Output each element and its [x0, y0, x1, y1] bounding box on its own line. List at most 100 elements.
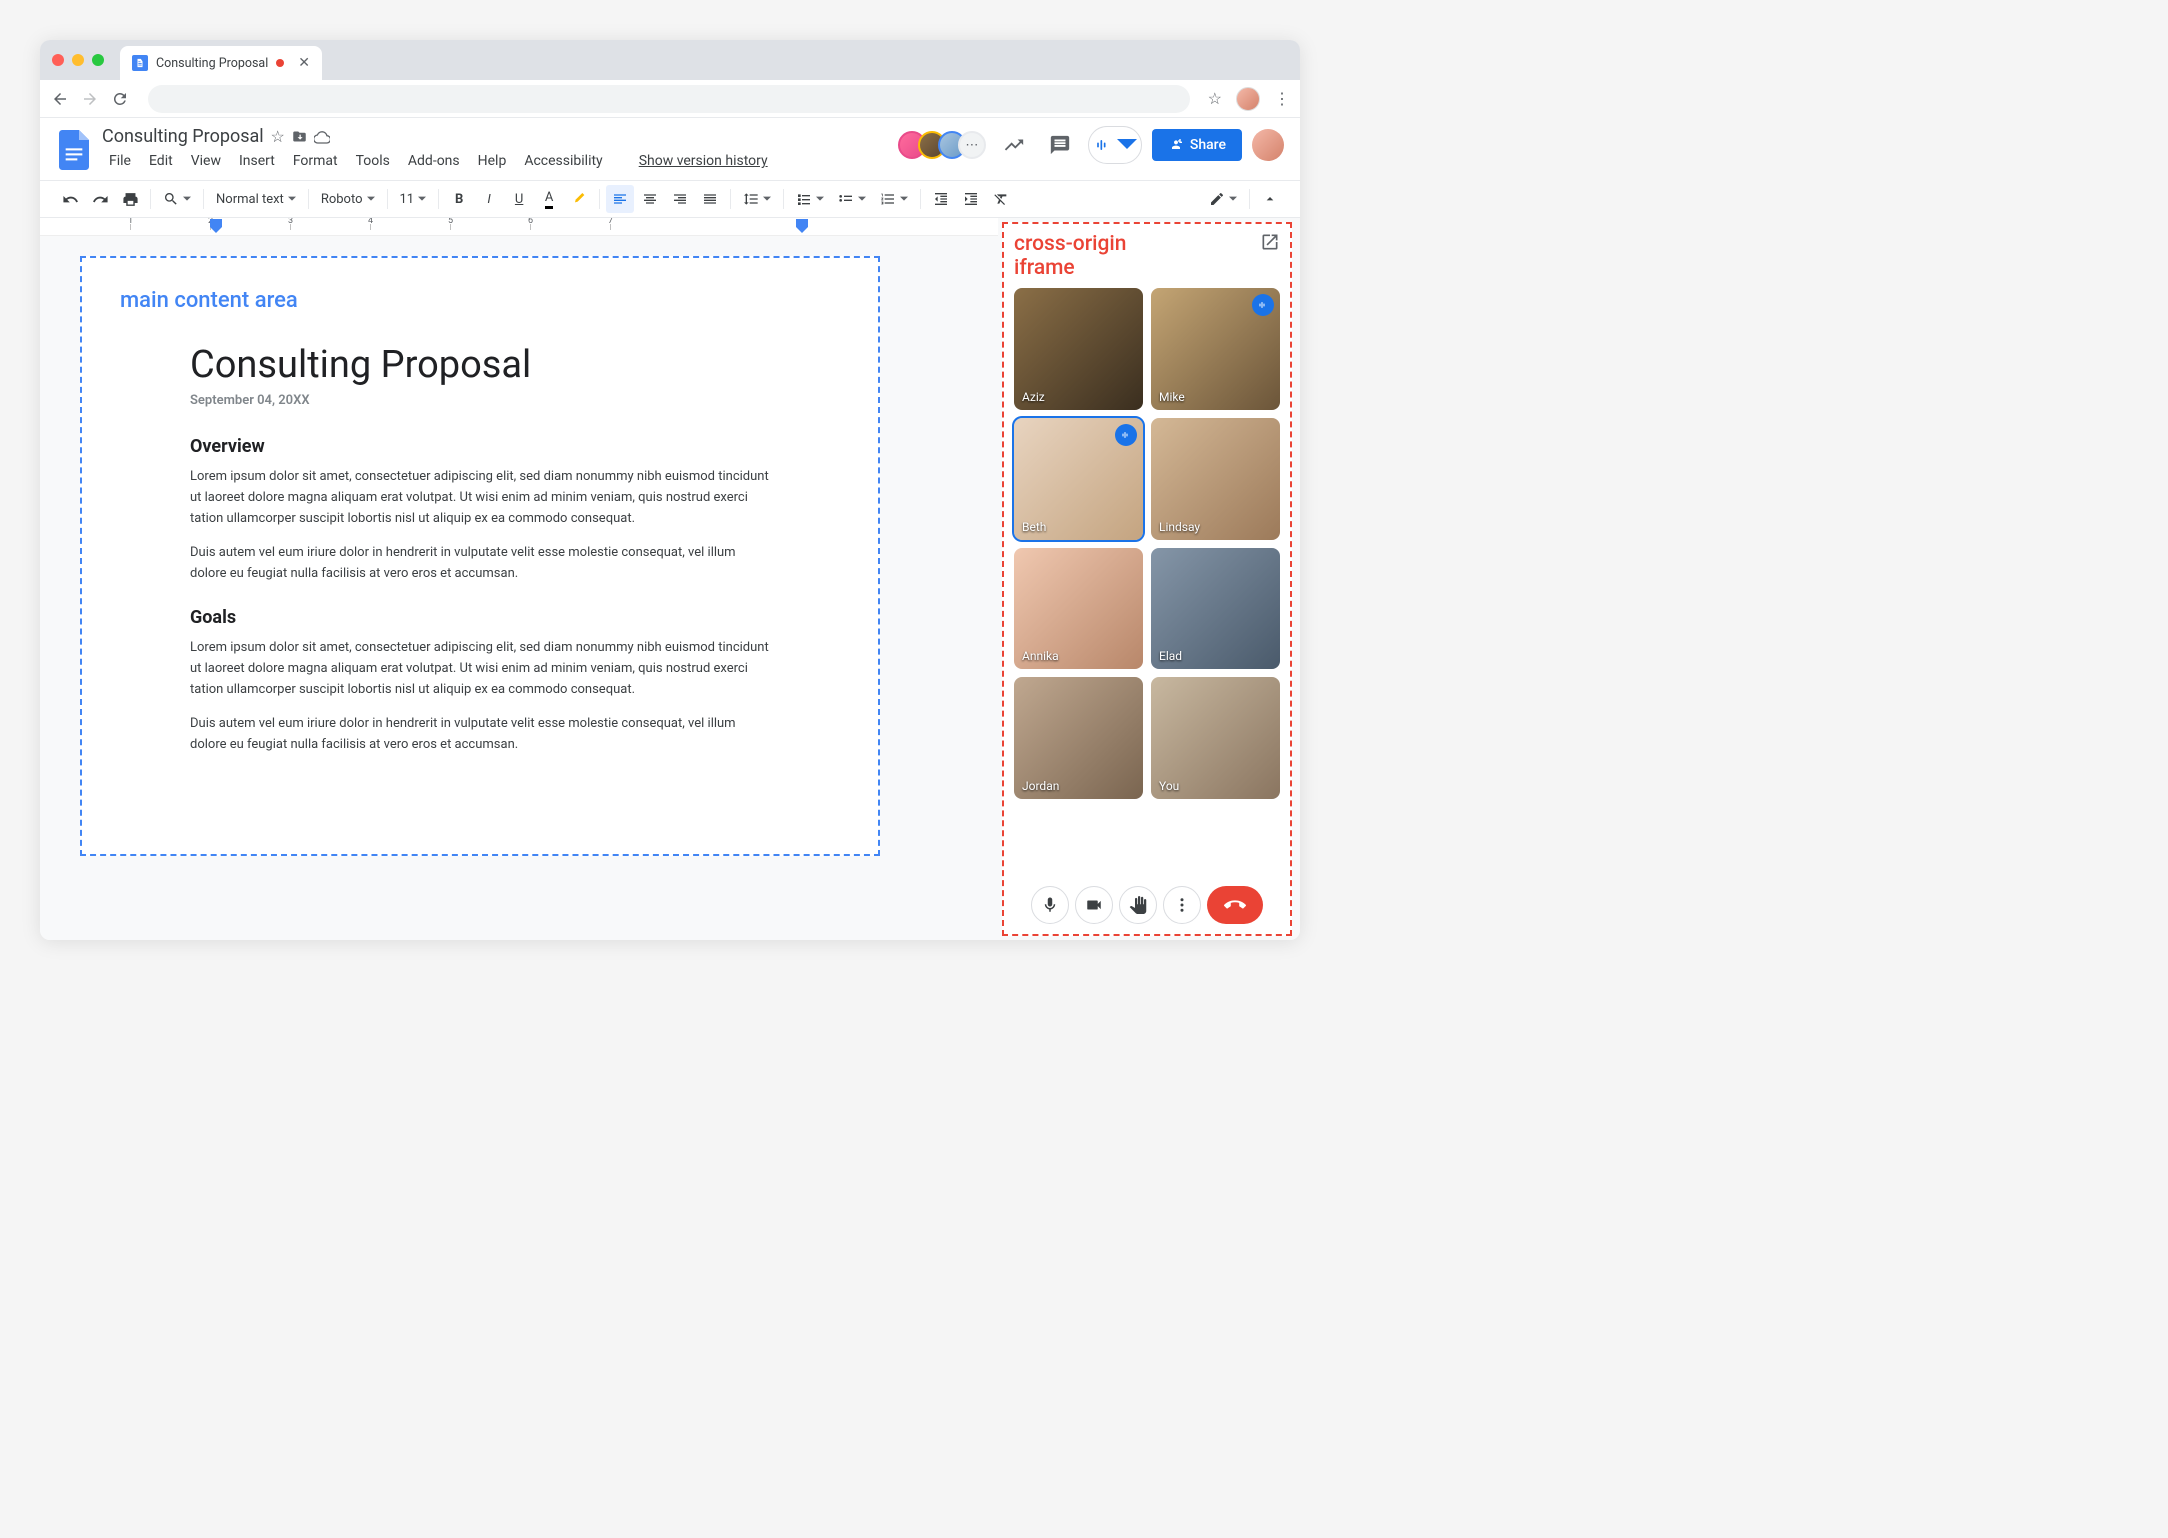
- reload-button[interactable]: [110, 89, 130, 109]
- popout-icon[interactable]: [1260, 232, 1280, 252]
- menu-help[interactable]: Help: [471, 149, 514, 173]
- checklist-button[interactable]: [790, 185, 830, 213]
- participant-tile[interactable]: Lindsay: [1151, 418, 1280, 540]
- editing-mode-dropdown[interactable]: [1203, 185, 1243, 213]
- version-history-link[interactable]: Show version history: [632, 149, 775, 173]
- participant-tile[interactable]: Jordan: [1014, 677, 1143, 799]
- browser-toolbar: ☆ ⋮: [40, 80, 1300, 118]
- participant-tile[interactable]: Elad: [1151, 548, 1280, 670]
- bulleted-list-button[interactable]: [832, 185, 872, 213]
- align-left-button[interactable]: [606, 185, 634, 213]
- bold-button[interactable]: B: [445, 185, 473, 213]
- participant-tile[interactable]: Beth: [1014, 418, 1143, 540]
- speaking-indicator-icon: [1115, 424, 1137, 446]
- browser-menu-icon[interactable]: ⋮: [1274, 89, 1290, 108]
- present-meet-button[interactable]: [1088, 126, 1142, 164]
- hangup-button[interactable]: [1207, 886, 1263, 924]
- participant-name: Lindsay: [1159, 520, 1200, 534]
- clear-formatting-button[interactable]: [987, 185, 1015, 213]
- tab-title: Consulting Proposal: [156, 56, 268, 71]
- paragraph[interactable]: Duis autem vel eum iriure dolor in hendr…: [190, 714, 770, 756]
- section-heading[interactable]: Overview: [190, 436, 770, 457]
- zoom-dropdown[interactable]: [157, 185, 197, 213]
- menu-file[interactable]: File: [102, 149, 138, 173]
- meet-side-panel: cross-origin iframe AzizMikeBeth Lindsay A…: [1002, 222, 1292, 936]
- highlight-button[interactable]: [565, 185, 593, 213]
- align-justify-button[interactable]: [696, 185, 724, 213]
- italic-button[interactable]: I: [475, 185, 503, 213]
- right-indent-marker-icon[interactable]: [796, 219, 808, 233]
- hide-menus-button[interactable]: [1256, 185, 1284, 213]
- collaborator-face-pile[interactable]: ⋯: [906, 131, 986, 159]
- collaborator-overflow[interactable]: ⋯: [958, 131, 986, 159]
- style-dropdown[interactable]: Normal text: [210, 185, 302, 213]
- document-page[interactable]: main content area Consulting Proposal Se…: [80, 256, 880, 856]
- document-date[interactable]: September 04, 20XX: [190, 393, 770, 408]
- menu-insert[interactable]: Insert: [232, 149, 282, 173]
- window-controls[interactable]: [52, 54, 104, 66]
- undo-button[interactable]: [56, 185, 84, 213]
- align-center-button[interactable]: [636, 185, 664, 213]
- forward-button[interactable]: [80, 89, 100, 109]
- cloud-status-icon[interactable]: [314, 129, 330, 145]
- left-indent-marker-icon[interactable]: [210, 219, 222, 233]
- docs-header: Consulting Proposal ☆ File Edit View Ins…: [40, 118, 1300, 174]
- paragraph[interactable]: Lorem ipsum dolor sit amet, consectetuer…: [190, 467, 770, 529]
- redo-button[interactable]: [86, 185, 114, 213]
- close-window-icon[interactable]: [52, 54, 64, 66]
- menu-tools[interactable]: Tools: [349, 149, 397, 173]
- address-bar[interactable]: [148, 85, 1190, 113]
- docs-logo-icon[interactable]: [56, 126, 92, 174]
- back-button[interactable]: [50, 89, 70, 109]
- mute-mic-button[interactable]: [1031, 886, 1069, 924]
- menu-addons[interactable]: Add-ons: [401, 149, 467, 173]
- comments-icon[interactable]: [1042, 127, 1078, 163]
- docs-favicon-icon: [132, 55, 148, 71]
- line-spacing-button[interactable]: [737, 185, 777, 213]
- participant-tile[interactable]: Annika: [1014, 548, 1143, 670]
- user-profile-avatar[interactable]: [1252, 129, 1284, 161]
- align-right-button[interactable]: [666, 185, 694, 213]
- font-size-dropdown[interactable]: 11: [394, 185, 433, 213]
- share-button[interactable]: Share: [1152, 129, 1242, 161]
- more-options-button[interactable]: [1163, 886, 1201, 924]
- participant-name: You: [1159, 779, 1179, 793]
- activity-icon[interactable]: [996, 127, 1032, 163]
- browser-window: Consulting Proposal ✕ ☆ ⋮ Consulting Pro…: [40, 40, 1300, 940]
- call-controls: [1014, 886, 1280, 924]
- menu-edit[interactable]: Edit: [142, 149, 180, 173]
- document-title[interactable]: Consulting Proposal: [102, 126, 264, 147]
- bookmark-star-icon[interactable]: ☆: [1208, 89, 1222, 108]
- menu-view[interactable]: View: [184, 149, 228, 173]
- underline-button[interactable]: U: [505, 185, 533, 213]
- font-dropdown[interactable]: Roboto: [315, 185, 381, 213]
- menu-accessibility[interactable]: Accessibility: [517, 149, 609, 173]
- annotation-iframe-label: cross-origin iframe: [1014, 232, 1126, 280]
- decrease-indent-button[interactable]: [927, 185, 955, 213]
- participant-tile[interactable]: You: [1151, 677, 1280, 799]
- print-button[interactable]: [116, 185, 144, 213]
- move-folder-icon[interactable]: [292, 129, 308, 145]
- formatting-toolbar: Normal text Roboto 11 B I U A: [40, 180, 1300, 218]
- text-color-button[interactable]: A: [535, 185, 563, 213]
- section-heading[interactable]: Goals: [190, 607, 770, 628]
- increase-indent-button[interactable]: [957, 185, 985, 213]
- recording-indicator-icon: [276, 59, 284, 67]
- raise-hand-button[interactable]: [1119, 886, 1157, 924]
- toggle-camera-button[interactable]: [1075, 886, 1113, 924]
- maximize-window-icon[interactable]: [92, 54, 104, 66]
- horizontal-ruler[interactable]: 1 2 3 4 5 6 7: [40, 218, 998, 236]
- participant-tile[interactable]: Aziz: [1014, 288, 1143, 410]
- star-icon[interactable]: ☆: [270, 129, 286, 145]
- browser-profile-avatar[interactable]: [1236, 87, 1260, 111]
- menu-format[interactable]: Format: [286, 149, 345, 173]
- document-heading-1[interactable]: Consulting Proposal: [190, 343, 770, 387]
- paragraph[interactable]: Duis autem vel eum iriure dolor in hendr…: [190, 543, 770, 585]
- paragraph[interactable]: Lorem ipsum dolor sit amet, consectetuer…: [190, 638, 770, 700]
- close-tab-icon[interactable]: ✕: [298, 55, 310, 71]
- minimize-window-icon[interactable]: [72, 54, 84, 66]
- numbered-list-button[interactable]: [874, 185, 914, 213]
- participant-tile[interactable]: Mike: [1151, 288, 1280, 410]
- browser-tab[interactable]: Consulting Proposal ✕: [120, 46, 322, 80]
- speaking-indicator-icon: [1252, 294, 1274, 316]
